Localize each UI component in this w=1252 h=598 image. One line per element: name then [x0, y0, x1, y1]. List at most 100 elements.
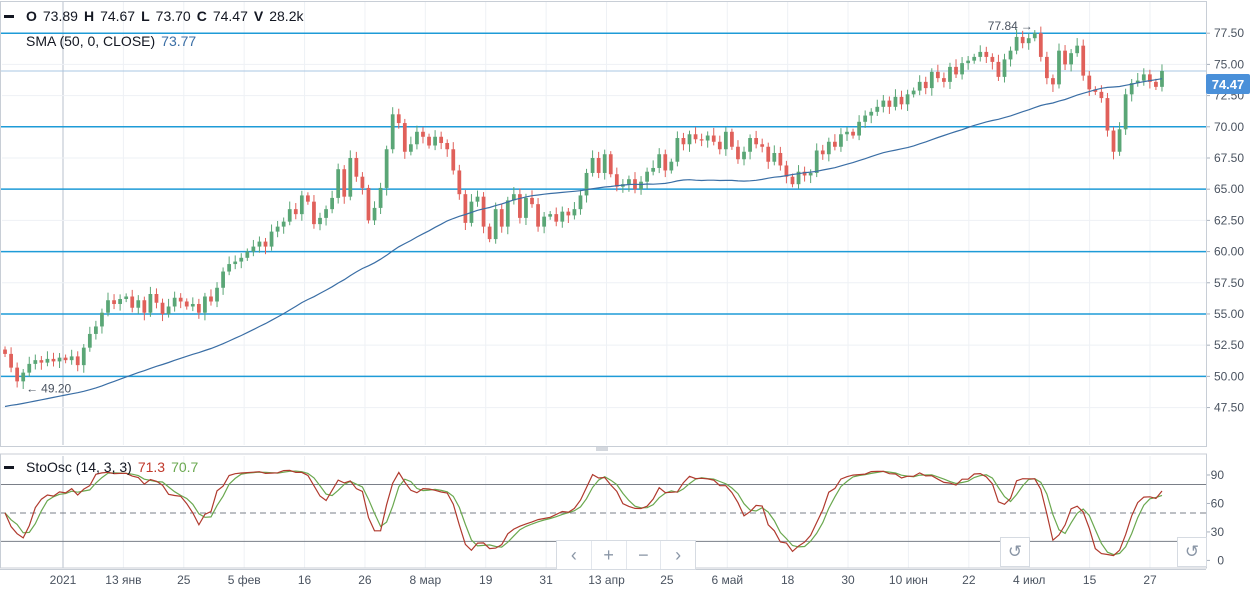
high-key: H: [83, 8, 95, 24]
candle-body: [596, 157, 601, 173]
candle-body: [9, 353, 13, 368]
chart-canvas[interactable]: 47.50 50.00 52.50 55.00 57.50 60.00 62.50 65.00…: [0, 0, 1252, 598]
collapse-icon[interactable]: [4, 465, 14, 469]
candle-body: [990, 56, 995, 62]
candle-body: [372, 207, 377, 221]
stoch-d-value: 70.7: [171, 459, 199, 475]
candle-body: [935, 71, 940, 79]
collapse-icon[interactable]: [4, 14, 14, 18]
candle-body: [69, 356, 74, 361]
candle-body: [972, 56, 977, 61]
candle-body: [602, 154, 607, 173]
candle-body: [178, 297, 183, 302]
candle-body: [287, 209, 292, 222]
candle-body: [566, 211, 571, 216]
candle-body: [463, 194, 468, 223]
candle-body: [542, 216, 547, 227]
time-tick-label: 31: [539, 573, 553, 587]
candle-body: [499, 209, 504, 227]
candle-body: [711, 135, 716, 142]
time-tick-label: 30: [841, 573, 855, 587]
pane-resize-handle[interactable]: [596, 447, 608, 451]
candle-body: [736, 146, 740, 160]
candle-body: [790, 176, 795, 185]
price-tick-label: 75.00: [1214, 57, 1244, 71]
candle-body: [124, 296, 129, 299]
candle-body: [3, 349, 7, 354]
candle-body: [578, 195, 583, 210]
candle-body: [184, 301, 189, 307]
candle-body: [299, 195, 304, 215]
candle-body: [154, 294, 159, 303]
time-tick-label: 25: [660, 573, 674, 587]
candle-body: [905, 94, 910, 105]
candle-body: [808, 172, 813, 176]
stoch-legend: StoOsc (14, 3, 3) 71.3 70.7: [4, 459, 198, 475]
close-key: C: [196, 8, 207, 24]
candle-body: [645, 171, 649, 182]
osc-tick-label: 30: [1211, 525, 1225, 539]
candle-body: [863, 115, 868, 122]
open-value: 73.89: [42, 8, 78, 24]
candle-body: [378, 187, 383, 208]
candle-body: [669, 161, 674, 171]
candle-body: [614, 174, 619, 187]
stoch-label: StoOsc (14, 3, 3): [26, 459, 132, 475]
candle-body: [415, 131, 419, 145]
right-arrow-icon: →: [1021, 19, 1033, 33]
candle-body: [172, 297, 177, 307]
candle-body: [1081, 45, 1086, 76]
candle-body: [457, 170, 462, 195]
sma-line: [4, 78, 1163, 408]
candle-body: [106, 300, 110, 313]
candle-body: [1020, 36, 1025, 44]
candle-body: [754, 138, 759, 145]
candle-body: [705, 135, 710, 141]
reset-chart-button[interactable]: ↺: [1000, 537, 1030, 567]
candle-body: [275, 226, 280, 232]
candle-body: [505, 200, 510, 227]
candle-body: [1075, 45, 1080, 54]
price-pane-border: [0, 1, 1207, 447]
candle-body: [560, 211, 565, 222]
candle-body: [408, 144, 413, 152]
candle-body: [832, 141, 837, 147]
scroll-left-button[interactable]: ‹: [557, 541, 592, 569]
candle-body: [390, 114, 395, 150]
candle-body: [899, 96, 904, 105]
candle-body: [1141, 74, 1146, 81]
candle-body: [81, 347, 86, 366]
candle-body: [687, 134, 692, 145]
candle-body: [960, 63, 964, 75]
candle-body: [118, 298, 122, 304]
reset-scale-button[interactable]: ↺: [1177, 537, 1207, 567]
time-tick-label: 26: [358, 573, 372, 587]
candle-body: [57, 357, 62, 362]
candle-body: [33, 360, 38, 364]
open-key: O: [26, 8, 37, 24]
candle-body: [717, 141, 722, 150]
low-key: L: [141, 8, 150, 24]
price-tick-label: 62.50: [1214, 213, 1244, 227]
candle-body: [148, 294, 153, 313]
scroll-right-button[interactable]: ›: [661, 541, 695, 569]
candle-body: [524, 197, 528, 218]
volume-value: 28.2k: [269, 8, 304, 24]
candle-body: [263, 241, 268, 247]
candle-body: [396, 114, 401, 124]
candle-body: [15, 367, 20, 382]
zoom-out-button[interactable]: −: [627, 541, 662, 569]
time-tick-label: 25: [177, 573, 191, 587]
zoom-in-button[interactable]: +: [592, 541, 627, 569]
ohlcv-legend: O 73.89 H 74.67 L 73.70 C 74.47 V 28.2k: [4, 8, 303, 24]
candle-body: [203, 296, 207, 313]
candle-body: [27, 363, 32, 373]
candle-body: [748, 138, 752, 152]
candle-body: [1045, 56, 1049, 79]
candle-body: [984, 51, 989, 57]
time-tick-label: 27: [1143, 573, 1157, 587]
time-tick-label: 6 май: [711, 573, 743, 587]
candle-body: [427, 136, 431, 146]
candle-body: [881, 100, 886, 107]
candle-body: [384, 149, 389, 188]
